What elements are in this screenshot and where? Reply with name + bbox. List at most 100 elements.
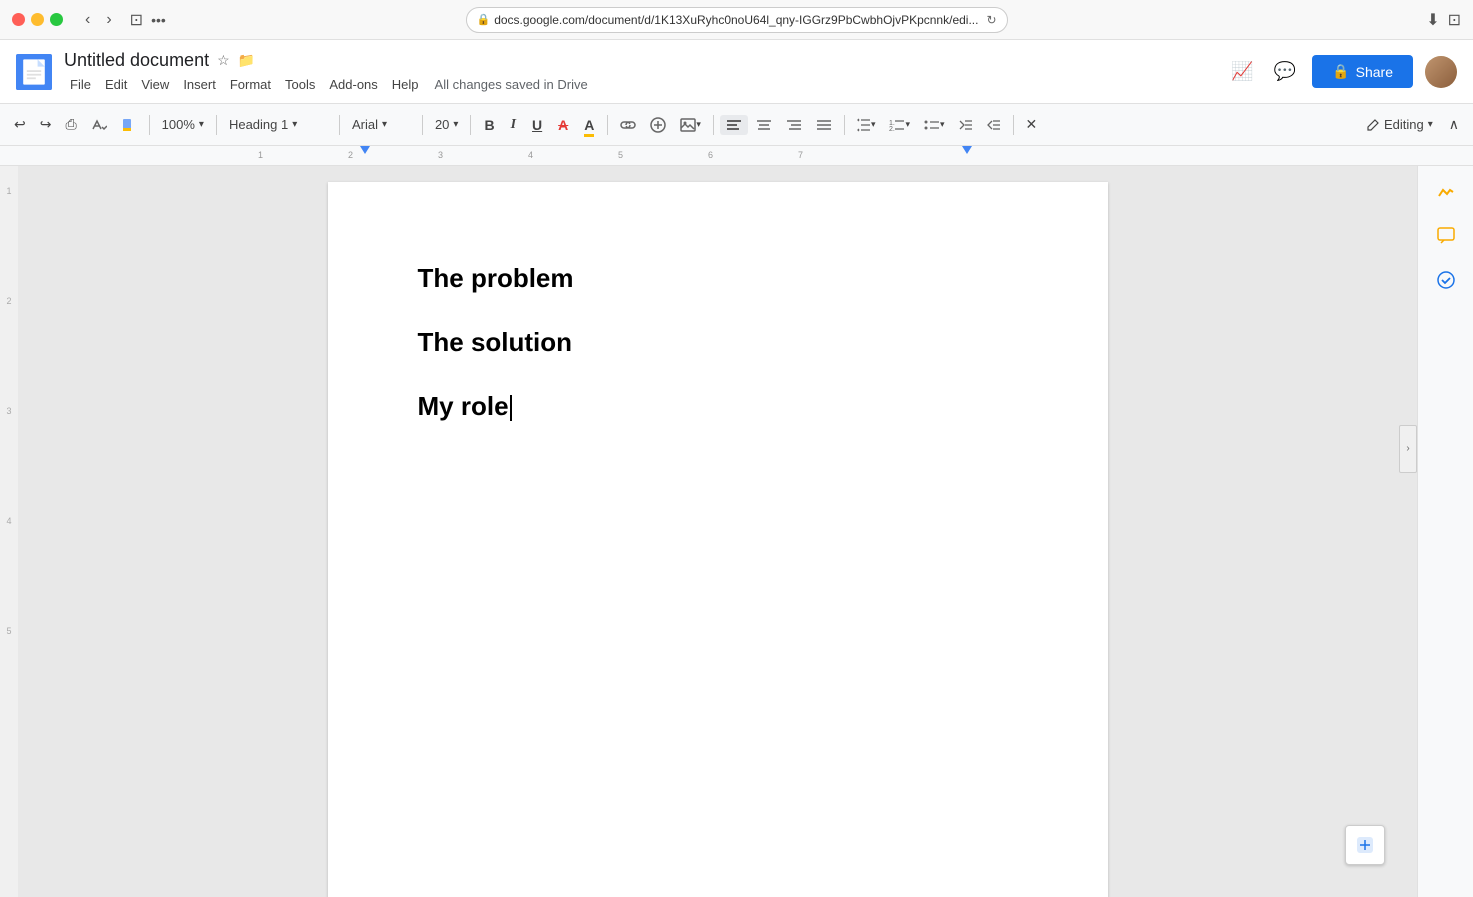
indent-decrease-button[interactable] — [953, 115, 979, 135]
align-center-button[interactable] — [750, 115, 778, 135]
comments-button[interactable]: 💬 — [1270, 57, 1300, 86]
lock-icon: 🔒 — [476, 13, 490, 26]
line-num-1: 1 — [6, 186, 11, 196]
size-chevron: ▾ — [453, 119, 458, 130]
saved-status: All changes saved in Drive — [435, 77, 588, 92]
maximize-button[interactable] — [50, 13, 63, 26]
folder-icon[interactable]: 📁 — [238, 52, 255, 69]
size-select[interactable]: 20 ▾ — [429, 113, 465, 136]
bullet-list-button[interactable]: ▾ — [918, 114, 951, 136]
star-icon[interactable]: ☆ — [217, 52, 230, 69]
tab-menu-button[interactable]: ••• — [151, 12, 166, 28]
ruler-content: 1 2 3 4 5 6 7 — [18, 146, 1473, 165]
bold-button[interactable]: B — [477, 113, 501, 137]
italic-button[interactable]: I — [504, 113, 523, 137]
image-button[interactable]: ▾ — [674, 114, 707, 136]
reload-button[interactable]: ↻ — [986, 13, 996, 27]
underline-button[interactable]: U — [525, 113, 549, 137]
menu-addons[interactable]: Add-ons — [323, 75, 383, 94]
separator-4 — [422, 115, 423, 135]
document-title[interactable]: Untitled document — [64, 50, 209, 71]
share-button[interactable]: 🔒 Share — [1312, 55, 1413, 88]
print-button[interactable]: ⎙ — [59, 112, 82, 137]
comment-sidebar-icon[interactable] — [1428, 218, 1464, 254]
collapse-toolbar-button[interactable]: ∧ — [1443, 112, 1465, 137]
font-select[interactable]: Arial ▾ — [346, 113, 416, 136]
heading-3[interactable]: My role — [418, 390, 1018, 424]
zoom-select[interactable]: 100% ▾ — [156, 113, 210, 136]
indent-increase-button[interactable] — [981, 115, 1007, 135]
activity-sidebar-icon[interactable] — [1428, 174, 1464, 210]
spellcheck-button[interactable] — [85, 113, 113, 137]
fullscreen-button[interactable]: ⊡ — [1448, 10, 1461, 30]
menu-view[interactable]: View — [135, 75, 175, 94]
menu-tools[interactable]: Tools — [279, 75, 321, 94]
menu-format[interactable]: Format — [224, 75, 277, 94]
strikethrough-button[interactable]: A — [551, 113, 575, 137]
sidebar-toggle-button[interactable]: ⊡ — [130, 10, 143, 30]
sidebar-expand-button[interactable]: › — [1399, 425, 1417, 473]
editing-mode-button[interactable]: Editing ▾ — [1358, 113, 1441, 136]
undo-button[interactable]: ↩ — [8, 112, 32, 137]
link-button[interactable] — [614, 115, 642, 135]
menu-help[interactable]: Help — [386, 75, 425, 94]
edit-icon — [1366, 118, 1380, 132]
minimize-button[interactable] — [31, 13, 44, 26]
back-button[interactable]: ‹ — [79, 9, 96, 31]
nav-buttons: ‹ › — [79, 9, 118, 31]
gdocs-logo — [16, 54, 52, 90]
redo-button[interactable]: ↪ — [34, 112, 58, 137]
forward-button[interactable]: › — [100, 9, 117, 31]
right-sidebar — [1417, 166, 1473, 897]
heading-2-text: The solution — [418, 327, 573, 357]
share-label: Share — [1356, 64, 1393, 80]
line-num-4: 4 — [6, 516, 11, 526]
highlight-button[interactable]: A — [577, 113, 601, 137]
avatar[interactable] — [1425, 56, 1457, 88]
title-bar: ‹ › ⊡ ••• 🔒 docs.google.com/document/d/1… — [0, 0, 1473, 40]
check-sidebar-icon[interactable] — [1428, 262, 1464, 298]
toolbar: ↩ ↪ ⎙ 100% ▾ Heading 1 ▾ Arial ▾ 20 ▾ B … — [0, 104, 1473, 146]
ruler-mark-7: 7 — [798, 150, 803, 160]
heading-1[interactable]: The problem — [418, 262, 1018, 296]
ruler-mark-1: 1 — [258, 150, 263, 160]
ruler-mark-3: 3 — [438, 150, 443, 160]
separator-1 — [149, 115, 150, 135]
indent-marker[interactable] — [360, 146, 370, 154]
align-right-button[interactable] — [780, 115, 808, 135]
style-chevron: ▾ — [292, 119, 297, 130]
style-select[interactable]: Heading 1 ▾ — [223, 113, 333, 136]
lock-share-icon: 🔒 — [1332, 63, 1349, 80]
paintformat-button[interactable] — [115, 113, 143, 137]
heading-2[interactable]: The solution — [418, 326, 1018, 360]
main-area: 1 2 3 4 5 The problem The solution My ro… — [0, 166, 1473, 897]
titlebar-right-buttons: ⬇ ⊡ — [1426, 10, 1461, 30]
menu-insert[interactable]: Insert — [177, 75, 222, 94]
text-cursor — [510, 395, 512, 421]
ruler-mark-4: 4 — [528, 150, 533, 160]
download-button[interactable]: ⬇ — [1426, 10, 1439, 30]
app-bar: Untitled document ☆ 📁 File Edit View Ins… — [0, 40, 1473, 104]
numbered-list-button[interactable]: 1.2. ▾ — [883, 114, 916, 136]
svg-text:2.: 2. — [889, 126, 895, 132]
separator-6 — [607, 115, 608, 135]
close-button[interactable] — [12, 13, 25, 26]
traffic-lights — [12, 13, 63, 26]
align-left-button[interactable] — [720, 115, 748, 135]
clear-formatting-button[interactable]: ✕ — [1020, 112, 1044, 137]
doc-title-area: Untitled document ☆ 📁 File Edit View Ins… — [64, 50, 1227, 94]
document-area[interactable]: The problem The solution My role — [18, 166, 1417, 897]
meet-button[interactable]: 📈 — [1227, 57, 1257, 86]
right-margin-marker[interactable] — [962, 146, 972, 154]
insert-button[interactable] — [644, 113, 672, 137]
editing-mode-area: Editing ▾ — [1354, 113, 1441, 136]
line-spacing-button[interactable]: ▾ — [851, 114, 882, 136]
size-value: 20 — [435, 117, 449, 132]
menu-file[interactable]: File — [64, 75, 97, 94]
address-bar[interactable]: 🔒 docs.google.com/document/d/1K13XuRyhc0… — [465, 7, 1007, 33]
url-text: docs.google.com/document/d/1K13XuRyhc0no… — [494, 13, 978, 27]
justify-button[interactable] — [810, 115, 838, 135]
ruler-mark-5: 5 — [618, 150, 623, 160]
menu-edit[interactable]: Edit — [99, 75, 133, 94]
ruler-mark-2: 2 — [348, 150, 353, 160]
